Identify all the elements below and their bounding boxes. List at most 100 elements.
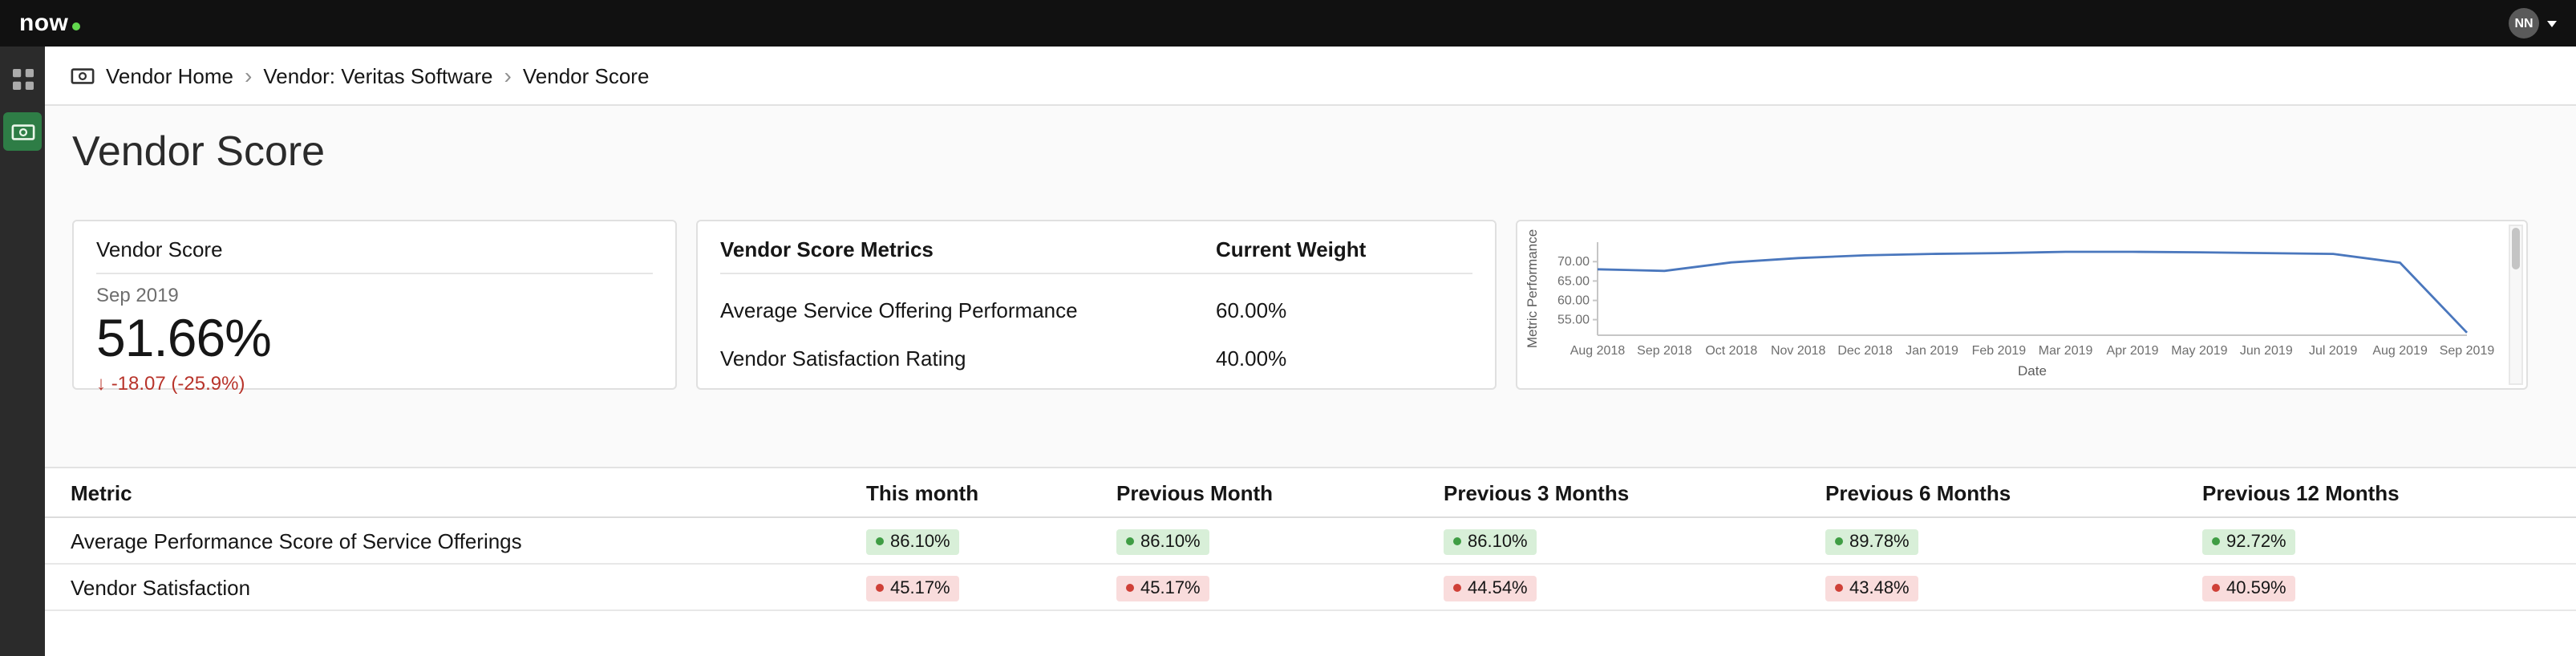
metric-weight: 60.00%: [1216, 298, 1287, 322]
svg-text:Apr 2019: Apr 2019: [2107, 344, 2159, 358]
status-dot-icon: [2212, 537, 2220, 546]
metrics-card-title: Vendor Score Metrics: [720, 237, 934, 261]
svg-text:Oct 2018: Oct 2018: [1705, 344, 1757, 358]
svg-text:Dec 2018: Dec 2018: [1837, 344, 1893, 358]
card-divider: [720, 273, 1472, 274]
metric-label: Vendor Satisfaction Rating: [720, 346, 966, 371]
status-dot-icon: [1835, 584, 1843, 593]
arrow-down-icon: ↓: [96, 372, 106, 395]
vendor-score-metrics-card: Vendor Score Metrics Current Weight Aver…: [696, 220, 1497, 390]
app-window: now NN Vendor Home › Vendor: Veritas Sof…: [0, 0, 2576, 656]
x-axis-tick-labels: Aug 2018 Sep 2018 Oct 2018 Nov 2018 Dec 2018…: [1570, 344, 2495, 358]
status-dot-icon: [1126, 537, 1134, 546]
current-weight-header: Current Weight: [1216, 237, 1367, 261]
metric-weight: 40.00%: [1216, 346, 1287, 371]
svg-text:Mar 2019: Mar 2019: [2039, 344, 2093, 358]
score-period: Sep 2019: [96, 284, 179, 306]
metric-name: Vendor Satisfaction: [71, 575, 251, 599]
svg-text:55.00: 55.00: [1557, 314, 1590, 327]
apps-grid-icon: [12, 68, 33, 89]
svg-text:May 2019: May 2019: [2171, 344, 2227, 358]
metric-weight-row: Vendor Satisfaction Rating 40.00%: [720, 346, 1472, 371]
sidebar-item-vendor-workspace[interactable]: [3, 112, 42, 151]
chart-scrollbar-thumb[interactable]: [2512, 228, 2520, 269]
metric-value-badge: 86.10%: [1116, 528, 1210, 555]
score-value: 51.66%: [96, 308, 272, 367]
status-dot-icon: [2212, 584, 2220, 593]
sidebar-item-all-apps[interactable]: [3, 59, 42, 98]
status-dot-icon: [876, 584, 884, 593]
vendor-score-card: Vendor Score Sep 2019 51.66% ↓ -18.07 (-…: [72, 220, 677, 395]
status-dot-icon: [1453, 584, 1461, 593]
page-title: Vendor Score: [72, 127, 326, 175]
metric-value: 45.17%: [890, 578, 950, 598]
breadcrumb-separator-icon: ›: [245, 63, 253, 88]
svg-text:Nov 2018: Nov 2018: [1771, 344, 1826, 358]
app-sidebar: [0, 47, 45, 656]
table-row[interactable]: Average Performance Score of Service Off…: [45, 518, 2576, 565]
svg-text:Sep 2018: Sep 2018: [1637, 344, 1692, 358]
metric-value-badge: 92.72%: [2202, 528, 2296, 555]
vendor-icon: [10, 119, 34, 144]
trend-line: [1597, 250, 2469, 334]
breadcrumb-current-page: Vendor Score: [522, 63, 650, 87]
top-bar: now NN: [0, 0, 2576, 47]
breadcrumb-separator-icon: ›: [504, 63, 512, 88]
svg-text:60.00: 60.00: [1557, 294, 1590, 308]
metric-value: 44.54%: [1468, 578, 1528, 598]
vendor-score-card-title: Vendor Score: [96, 237, 223, 261]
svg-text:Feb 2019: Feb 2019: [1972, 344, 2027, 358]
score-change: ↓ -18.07 (-25.9%): [96, 373, 653, 395]
metric-weight-row: Average Service Offering Performance 60.…: [720, 298, 1472, 322]
svg-text:Jul 2019: Jul 2019: [2309, 344, 2358, 358]
logo-dot-icon: [71, 22, 80, 30]
svg-text:Sep 2019: Sep 2019: [2440, 344, 2495, 358]
chart-y-axis-title: Metric Performance: [1525, 229, 1540, 348]
chart-scrollbar[interactable]: [2509, 225, 2523, 385]
summary-cards: Vendor Score Sep 2019 51.66% ↓ -18.07 (-…: [72, 220, 2528, 395]
logo-text: now: [19, 10, 69, 37]
metric-value-badge: 44.54%: [1444, 575, 1537, 601]
status-dot-icon: [1835, 537, 1843, 546]
chevron-down-icon: [2547, 20, 2557, 26]
metric-value: 86.10%: [1468, 532, 1528, 552]
user-menu-button[interactable]: NN: [2509, 8, 2557, 38]
vendor-icon: [71, 63, 95, 87]
metric-value: 92.72%: [2226, 532, 2286, 552]
metric-value: 45.17%: [1140, 578, 1201, 598]
avatar: NN: [2509, 8, 2539, 38]
metric-value: 40.59%: [2226, 578, 2286, 598]
card-divider: [96, 273, 653, 274]
table-row[interactable]: Vendor Satisfaction 45.17% 45.17% 44.54%…: [45, 565, 2576, 611]
metric-label: Average Service Offering Performance: [720, 298, 1078, 322]
metric-value-badge: 86.10%: [866, 528, 960, 555]
column-header-previous-3-months: Previous 3 Months: [1444, 480, 1630, 504]
metric-performance-line-chart: Metric Performance 70.0065.0060.0055.00 …: [1525, 229, 2495, 379]
metrics-history-table: Metric This month Previous Month Previou…: [45, 467, 2576, 656]
breadcrumb-vendor-home[interactable]: Vendor Home: [106, 63, 233, 87]
metric-value: 89.78%: [1849, 532, 1910, 552]
servicenow-logo[interactable]: now: [19, 10, 80, 37]
svg-text:Jun 2019: Jun 2019: [2240, 344, 2293, 358]
metric-value-badge: 45.17%: [1116, 575, 1210, 601]
metric-value-badge: 43.48%: [1825, 575, 1919, 601]
table-header-row: Metric This month Previous Month Previou…: [45, 468, 2576, 518]
column-header-previous-month: Previous Month: [1116, 480, 1274, 504]
metric-value-badge: 40.59%: [2202, 575, 2296, 601]
column-header-previous-12-months: Previous 12 Months: [2202, 480, 2400, 504]
status-dot-icon: [876, 537, 884, 546]
chart-x-axis-title: Date: [2018, 363, 2047, 379]
breadcrumb-vendor-veritas[interactable]: Vendor: Veritas Software: [263, 63, 492, 87]
svg-text:Jan 2019: Jan 2019: [1906, 344, 1958, 358]
metric-value-badge: 45.17%: [866, 575, 960, 601]
page-content: Vendor Score Vendor Score Sep 2019 51.66…: [45, 106, 2576, 395]
metric-value-badge: 86.10%: [1444, 528, 1537, 555]
score-change-text: -18.07 (-25.9%): [111, 372, 245, 395]
metric-value: 86.10%: [890, 532, 950, 552]
svg-text:65.00: 65.00: [1557, 274, 1590, 288]
metric-performance-chart-card: Metric Performance 70.00 65.00 60.00 55.00 …: [1516, 220, 2528, 390]
breadcrumb: Vendor Home › Vendor: Veritas Software ›…: [45, 47, 2576, 106]
y-axis-tick-labels: 70.00 65.00 60.00 55.00: [1557, 255, 1598, 327]
status-dot-icon: [1126, 584, 1134, 593]
svg-text:70.00: 70.00: [1557, 255, 1590, 269]
